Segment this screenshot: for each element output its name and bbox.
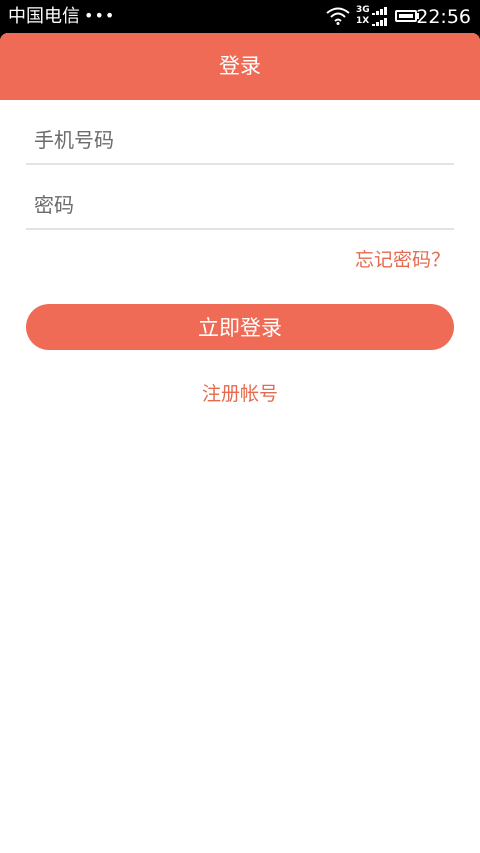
phone-number-input[interactable]	[26, 117, 454, 165]
password-input[interactable]	[26, 182, 454, 230]
app-header: 登录	[0, 33, 480, 100]
login-screen: 登录 忘记密码？ 立即登录 注册帐号	[0, 33, 480, 853]
battery-icon	[395, 10, 417, 22]
status-bar: 中国电信 ••• 3G 1X 22:56	[0, 0, 480, 33]
network-type-top: 3G	[356, 5, 370, 15]
register-account-link[interactable]: 注册帐号	[0, 379, 480, 406]
login-button[interactable]: 立即登录	[26, 304, 454, 350]
page-title: 登录	[219, 54, 261, 78]
register-label: 注册帐号	[201, 383, 278, 405]
forgot-password-link[interactable]: 忘记密码？	[355, 245, 450, 272]
carrier-label: 中国电信	[8, 6, 80, 27]
notification-dots: •••	[84, 6, 116, 25]
signal-icon: 3G 1X	[354, 5, 390, 27]
network-type-bottom: 1X	[356, 16, 370, 26]
wifi-icon	[326, 7, 350, 25]
clock: 22:56	[416, 6, 471, 28]
